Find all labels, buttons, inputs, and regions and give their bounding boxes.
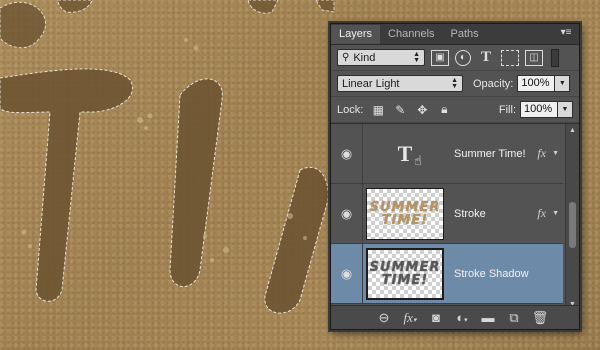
fill-dropdown-button[interactable]: ▼ [558,101,573,118]
visibility-eye-icon[interactable]: ◉ [331,124,363,183]
layer-thumbnail: SUMMER TIME! [366,187,444,240]
shape-filter-icon[interactable] [501,49,519,66]
mask-icon[interactable]: ◙ [423,310,449,325]
layer-stroke[interactable]: ◉ SUMMER TIME! Stroke fx ▼ [331,184,563,244]
adjustment-icon[interactable]: ◐▾ [449,310,475,325]
pixel-filter-icon[interactable]: ▣ [431,49,449,66]
expand-effects-icon[interactable]: ▼ [552,150,559,157]
layer-name[interactable]: Stroke Shadow [454,268,563,280]
adjustment-filter-icon[interactable]: ◐ [455,49,471,66]
layer-thumbnail: SUMMER TIME! [366,247,444,300]
panel-menu-icon[interactable]: ▾≡ [559,28,573,38]
scroll-thumb[interactable] [569,202,576,248]
filter-row: ⚲ Kind ▲ ▼ ▣ ◐ T ◫ [331,45,579,71]
scroll-up-icon[interactable]: ▲ [569,127,576,134]
opacity-label: Opacity: [473,77,514,90]
thumbnail-text: SUMMER TIME! [369,199,441,228]
layers-list: ◉ T ☝ Summer Time! fx ▼ ◉ SUMMER TIME! S… [331,123,579,311]
opacity-input[interactable]: 100% [517,75,556,92]
layer-name[interactable]: Stroke [454,208,537,220]
expand-effects-icon[interactable]: ▼ [552,210,559,217]
lock-image-icon[interactable]: ✎ [393,103,407,117]
type-filter-icon[interactable]: T [477,49,495,66]
lock-transparent-icon[interactable]: ▦ [371,103,385,117]
panel-bottom-toolbar: ⊖ fx▾ ◙ ◐▾ ▬ ⧉ 🗑︎ [331,305,579,329]
lock-all-icon[interactable]: 🔒︎ [437,102,451,117]
tab-paths[interactable]: Paths [443,25,487,44]
fill-label: Fill: [498,103,516,116]
filter-toggle[interactable] [551,48,559,67]
fx-icon[interactable]: fx▾ [397,310,423,326]
filter-kind-label: Kind [353,51,376,64]
opacity-dropdown-button[interactable]: ▼ [555,75,571,92]
fx-icon[interactable]: fx [537,146,546,161]
group-folder-icon[interactable]: ▬ [475,310,501,325]
visibility-eye-icon[interactable]: ◉ [331,184,363,243]
fx-icon[interactable]: fx [537,206,546,221]
type-layer-thumbnail: T ☝ [366,128,444,180]
lock-position-icon[interactable]: ✥ [415,103,429,117]
layer-name[interactable]: Summer Time! [454,148,537,160]
thumbnail-text: SUMMER TIME! [369,259,441,288]
search-icon: ⚲ [342,52,350,63]
tab-layers[interactable]: Layers [331,25,381,44]
trash-icon[interactable]: 🗑︎ [527,310,553,326]
lock-label: Lock: [337,103,364,116]
lock-row: Lock: ▦ ✎ ✥ 🔒︎ Fill: 100% ▼ [331,97,579,123]
layers-scrollbar[interactable]: ▲ ▼ [565,124,579,311]
cursor-icon: ☝ [414,153,422,169]
link-layers-icon[interactable]: ⊖ [371,310,397,326]
layer-summer-time[interactable]: ◉ T ☝ Summer Time! fx ▼ [331,124,563,184]
tab-channels[interactable]: Channels [380,25,442,44]
panel-tab-bar: Layers Channels Paths ▾≡ [331,24,579,45]
fill-input[interactable]: 100% [520,101,558,118]
new-layer-icon[interactable]: ⧉ [501,310,527,326]
layers-panel: Layers Channels Paths ▾≡ ⚲ Kind ▲ ▼ ▣ ◐ T… [330,23,580,330]
visibility-eye-icon[interactable]: ◉ [331,244,363,303]
select-arrows-icon: ▲ ▼ [451,76,458,90]
smart-object-filter-icon[interactable]: ◫ [525,49,543,66]
blend-row: Linear Light ▲ ▼ Opacity: 100% ▼ [331,71,579,97]
blend-mode-select[interactable]: Linear Light ▲ ▼ [337,75,463,92]
select-arrows-icon: ▲ ▼ [413,50,420,64]
layer-stroke-shadow[interactable]: ◉ SUMMER TIME! Stroke Shadow [331,244,563,304]
blend-mode-value: Linear Light [342,77,400,90]
filter-kind-select[interactable]: ⚲ Kind ▲ ▼ [337,49,425,66]
type-icon: T [397,140,413,166]
